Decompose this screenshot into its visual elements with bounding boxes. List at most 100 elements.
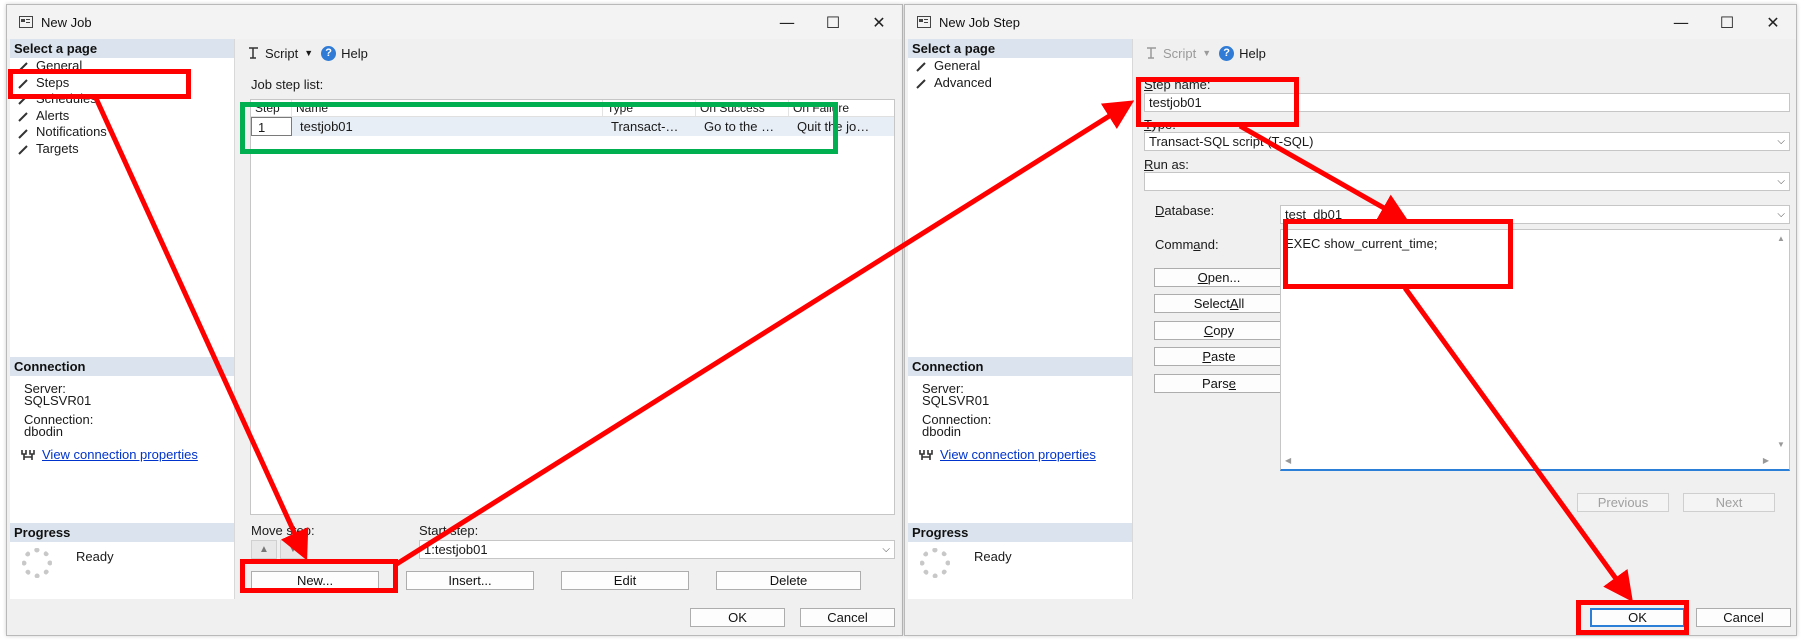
progress-section: Progress Ready xyxy=(908,523,1132,578)
progress-status: Ready xyxy=(974,549,1012,564)
scroll-up-icon[interactable]: ▲ xyxy=(1777,234,1785,243)
script-button[interactable]: Script xyxy=(246,46,298,61)
copy-button[interactable]: Copy xyxy=(1154,321,1284,340)
script-label: Script xyxy=(265,45,299,61)
select-all-button[interactable]: Select All xyxy=(1154,294,1284,313)
chevron-down-icon: ⌵ xyxy=(882,544,890,555)
help-button[interactable]: ? Help xyxy=(321,45,368,61)
horizontal-scrollbar[interactable]: ◀ ▶ xyxy=(1281,453,1773,469)
connection-section: Connection Server: SQLSVR01 Connection: … xyxy=(10,357,234,462)
vertical-scrollbar[interactable]: ▲ ▼ xyxy=(1773,230,1789,453)
progress-section: Progress Ready xyxy=(10,523,234,578)
page-list: General Advanced xyxy=(908,58,1132,91)
help-icon: ? xyxy=(321,45,337,61)
title-bar[interactable]: New Job Step — ☐ ✕ xyxy=(905,5,1796,39)
page-item-label: Targets xyxy=(36,140,79,156)
connection-value: dbodin xyxy=(922,424,962,439)
insert-step-button[interactable]: Insert... xyxy=(406,571,534,590)
edit-step-button[interactable]: Edit xyxy=(561,571,689,590)
paste-button[interactable]: Paste xyxy=(1154,347,1284,366)
select-page-pane: Select a page General Steps Schedules Al… xyxy=(10,39,235,599)
move-step-down-button[interactable]: ▼ xyxy=(280,540,306,559)
ok-button-highlight xyxy=(1576,600,1689,635)
close-button[interactable]: ✕ xyxy=(1750,5,1796,39)
open-button[interactable]: Open... xyxy=(1154,268,1284,287)
select-page-header: Select a page xyxy=(10,39,234,58)
maximize-button[interactable]: ☐ xyxy=(1704,5,1750,39)
type-value: Transact-SQL script (T-SQL) xyxy=(1149,134,1314,149)
step-name-highlight xyxy=(1136,77,1299,127)
page-item-advanced[interactable]: Advanced xyxy=(908,75,1132,92)
parse-button[interactable]: Pars e xyxy=(1154,374,1284,393)
cancel-button[interactable]: Cancel xyxy=(800,608,895,627)
connection-properties-icon xyxy=(919,449,933,460)
command-label: Command: xyxy=(1155,237,1219,252)
move-step-label: Move step: xyxy=(251,523,315,538)
wrench-icon xyxy=(916,60,928,73)
progress-header: Progress xyxy=(908,523,1132,542)
chevron-down-icon: ⌵ xyxy=(1777,176,1785,187)
chevron-down-icon: ⌵ xyxy=(1777,209,1785,220)
script-icon xyxy=(1147,47,1156,59)
help-button[interactable]: ? Help xyxy=(1219,45,1266,61)
type-combo[interactable]: Transact-SQL script (T-SQL) ⌵ xyxy=(1144,132,1790,151)
progress-status: Ready xyxy=(76,549,114,564)
script-dropdown-icon[interactable]: ▼ xyxy=(1202,48,1211,58)
chevron-down-icon: ⌵ xyxy=(1777,136,1785,147)
close-button[interactable]: ✕ xyxy=(856,5,902,39)
wrench-icon xyxy=(916,77,928,89)
cancel-button[interactable]: Cancel xyxy=(1696,608,1791,627)
start-step-combo[interactable]: 1:testjob01 ⌵ xyxy=(419,540,895,559)
scroll-left-icon[interactable]: ◀ xyxy=(1285,456,1291,465)
script-dropdown-icon[interactable]: ▼ xyxy=(304,48,313,58)
title-bar[interactable]: New Job — ☐ ✕ xyxy=(7,5,902,39)
progress-spinner-icon xyxy=(920,548,950,578)
page-item-notifications[interactable]: Notifications xyxy=(10,124,234,141)
wrench-icon xyxy=(18,110,30,122)
script-button[interactable]: Script xyxy=(1144,46,1196,61)
select-page-pane: Select a page General Advanced Connectio… xyxy=(908,39,1133,599)
start-step-value: 1:testjob01 xyxy=(424,542,488,557)
ok-button[interactable]: OK xyxy=(690,608,785,627)
connection-properties-icon xyxy=(21,449,35,460)
job-step-grid[interactable]: Step Name Type On Success On Failure 1 t… xyxy=(250,99,895,515)
minimize-button[interactable]: — xyxy=(764,5,810,39)
page-item-alerts[interactable]: Alerts xyxy=(10,108,234,125)
delete-step-button[interactable]: Delete xyxy=(716,571,861,590)
view-connection-properties-link[interactable]: View connection properties xyxy=(42,447,198,462)
move-step-up-button[interactable]: ▲ xyxy=(251,540,277,559)
run-as-label: Run as: xyxy=(1144,157,1189,172)
minimize-button[interactable]: — xyxy=(1658,5,1704,39)
select-page-header: Select a page xyxy=(908,39,1132,58)
scroll-right-icon[interactable]: ▶ xyxy=(1763,456,1769,465)
server-value: SQLSVR01 xyxy=(24,393,92,408)
script-label: Script xyxy=(1163,45,1197,61)
page-item-label: Alerts xyxy=(36,107,70,123)
page-item-general[interactable]: General xyxy=(908,58,1132,75)
database-label: Database: xyxy=(1155,203,1215,218)
page-item-targets[interactable]: Targets xyxy=(10,141,234,158)
window-app-icon xyxy=(917,16,931,28)
progress-header: Progress xyxy=(10,523,234,542)
help-icon: ? xyxy=(1219,45,1235,61)
new-job-step-window: New Job Step — ☐ ✕ Select a page General… xyxy=(904,4,1797,636)
wrench-icon xyxy=(18,127,30,139)
steps-page-highlight xyxy=(8,69,191,99)
previous-button[interactable]: Previous xyxy=(1577,493,1669,512)
maximize-button[interactable]: ☐ xyxy=(810,5,856,39)
next-button[interactable]: Next xyxy=(1683,493,1775,512)
start-step-label: Start step: xyxy=(419,523,479,538)
dialog-footer: OK Cancel xyxy=(7,599,902,635)
connection-value: dbodin xyxy=(24,424,64,439)
window-title: New Job xyxy=(41,14,92,30)
scroll-down-icon[interactable]: ▼ xyxy=(1777,440,1785,449)
arrow-up-icon: ▲ xyxy=(259,544,269,555)
new-button-highlight xyxy=(240,559,398,593)
connection-header: Connection xyxy=(10,357,234,376)
run-as-combo[interactable]: ⌵ xyxy=(1144,172,1790,191)
progress-spinner-icon xyxy=(22,548,52,578)
server-value: SQLSVR01 xyxy=(922,393,990,408)
toolbar: Script ▼ ? Help xyxy=(236,39,899,67)
step-grid-highlight xyxy=(240,102,838,154)
view-connection-properties-link[interactable]: View connection properties xyxy=(940,447,1096,462)
